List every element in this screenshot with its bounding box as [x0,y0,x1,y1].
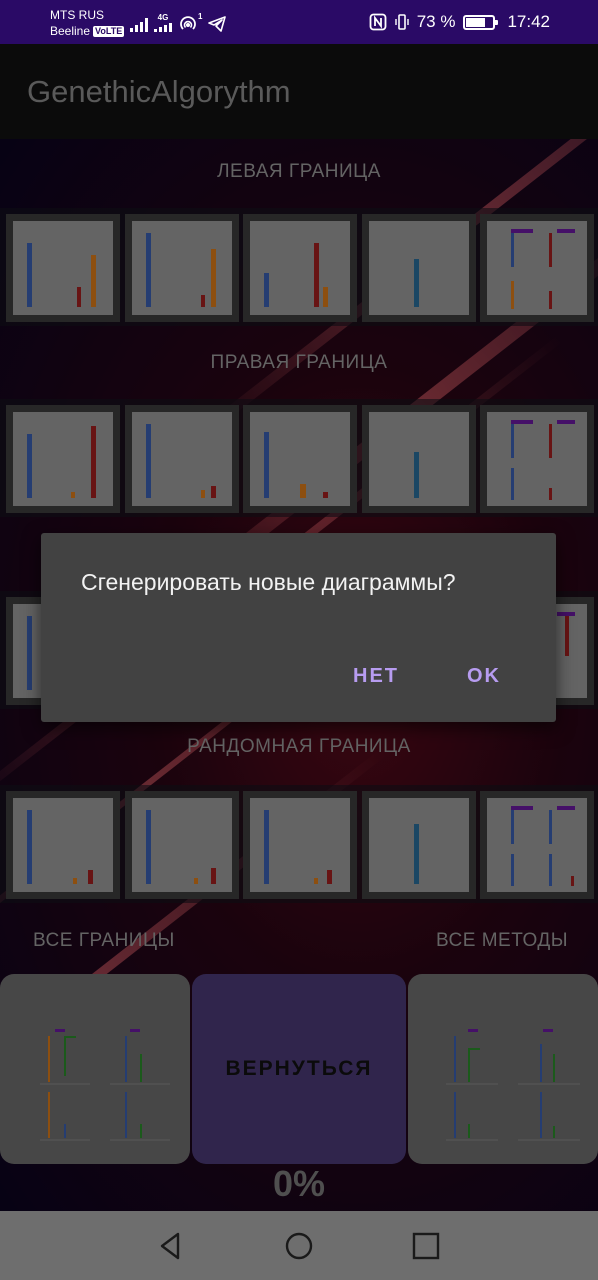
navigation-bar [0,1211,598,1280]
square-recents-icon[interactable] [411,1231,441,1261]
telegram-icon [208,16,227,32]
status-bar: MTS RUS Beeline VoLTE 4G 1 73 % 17:42 [0,0,598,44]
dialog-message: Сгенерировать новые диаграммы? [81,569,456,595]
confirm-dialog: Сгенерировать новые диаграммы? НЕТ OK [41,533,556,722]
nfc-icon [369,13,387,31]
vibrate-icon [395,14,409,30]
triangle-back-icon[interactable] [156,1231,186,1261]
circle-home-icon[interactable] [284,1231,314,1261]
carrier-1: MTS RUS [50,8,104,22]
hotspot-icon [180,16,196,30]
status-icons-right: 73 % 17:42 [369,10,550,34]
volte-badge: VoLTE [93,26,125,38]
battery-icon [463,14,499,30]
dialog-ok-button[interactable]: OK [467,665,501,688]
status-icons-left: 4G 1 [130,12,227,32]
battery-percent: 73 % [416,12,456,31]
network-type: 4G [157,13,169,22]
dialog-no-button[interactable]: НЕТ [353,665,399,688]
hotspot-count: 1 [198,12,203,21]
signal-2-icon [154,22,172,32]
signal-icon [130,16,148,32]
clock: 17:42 [507,12,550,31]
carrier-info: MTS RUS Beeline VoLTE [50,7,125,39]
carrier-2: Beeline [50,24,91,38]
